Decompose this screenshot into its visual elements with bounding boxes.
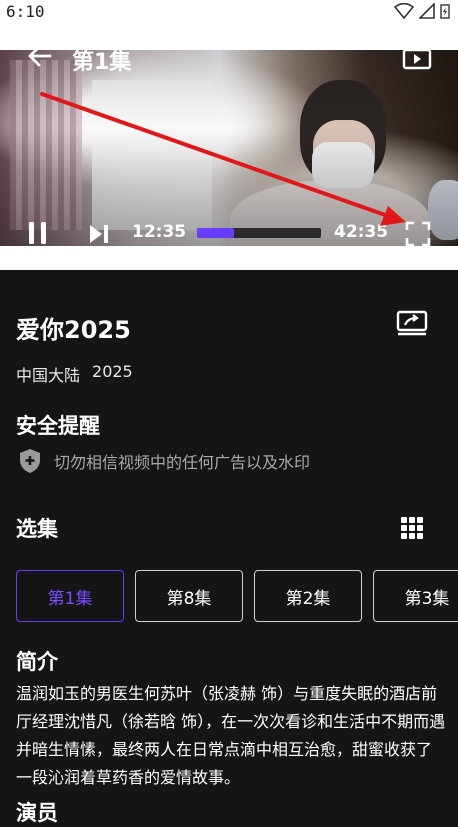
status-bar: 6:10	[0, 0, 458, 24]
battery-icon	[440, 4, 450, 19]
wifi-icon	[394, 3, 414, 19]
intro-text: 温润如玉的男医生何苏叶（张凌赫 饰）与重度失眠的酒店前厅经理沈惜凡（徐若晗 饰）…	[16, 684, 446, 787]
show-meta: 中国大陆 2025	[16, 362, 133, 386]
skip-next-icon	[90, 225, 108, 243]
grid-icon	[401, 517, 423, 539]
pause-icon	[29, 222, 46, 244]
status-icons	[394, 3, 450, 19]
episodes-title: 选集	[16, 517, 58, 541]
show-year: 2025	[92, 362, 133, 381]
episode-item-3[interactable]: 第3集	[373, 570, 458, 622]
status-time: 6:10	[6, 2, 45, 21]
fullscreen-button[interactable]	[405, 221, 431, 247]
cast-title: 演员	[16, 801, 58, 825]
fullscreen-icon	[405, 221, 431, 247]
safety-text: 切勿相信视频中的任何广告以及水印	[54, 453, 311, 472]
safety-title: 安全提醒	[16, 414, 100, 438]
pause-button[interactable]	[27, 221, 49, 245]
back-button[interactable]	[26, 42, 54, 70]
progress-bar[interactable]	[197, 228, 321, 238]
video-player[interactable]	[0, 50, 458, 246]
current-time: 12:35	[132, 222, 187, 242]
episode-item-1[interactable]: 第1集	[16, 570, 124, 622]
details-panel: 爱你2025 中国大陆 2025 安全提醒 切勿相信视频中的任何广告以及水印 选…	[0, 270, 458, 825]
episode-title: 第1集	[72, 50, 132, 75]
shield-icon	[20, 449, 40, 473]
progress-fill	[197, 228, 235, 238]
safety-notice: 切勿相信视频中的任何广告以及水印	[18, 448, 310, 474]
next-episode-button[interactable]	[88, 223, 110, 245]
show-title: 爱你2025	[16, 316, 131, 344]
all-episodes-button[interactable]	[400, 516, 424, 540]
signal-icon	[419, 3, 435, 19]
intro-title: 简介	[16, 650, 58, 674]
episode-list: 第1集 第8集 第2集 第3集	[16, 570, 458, 624]
arrow-left-icon	[28, 45, 52, 67]
player-top-bar: 第1集	[0, 40, 458, 75]
screen-cast-button[interactable]	[396, 310, 428, 336]
total-time: 42:35	[334, 222, 389, 242]
tv-button[interactable]	[402, 42, 432, 72]
screen-cast-icon	[396, 310, 428, 336]
episode-item-8[interactable]: 第8集	[135, 570, 243, 622]
player-controls: 12:35 42:35	[0, 219, 458, 247]
show-region: 中国大陆	[16, 366, 81, 385]
player-bottom-spacer	[0, 246, 458, 270]
episode-item-2[interactable]: 第2集	[254, 570, 362, 622]
tv-icon	[402, 43, 432, 70]
